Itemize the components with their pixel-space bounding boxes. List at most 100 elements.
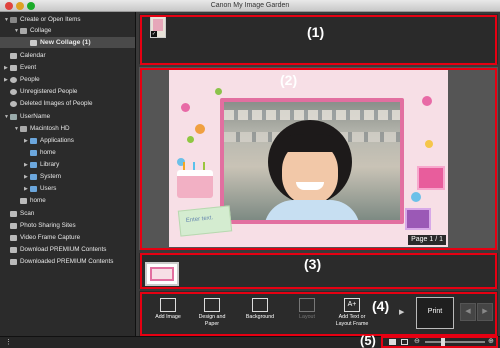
zoom-slider[interactable] [425, 338, 485, 346]
sidebar-item-new-collage[interactable]: New Collage (1) [0, 37, 135, 48]
folder-icon [30, 161, 37, 168]
sidebar-item-label: People [20, 76, 40, 83]
sidebar-item-download-premium[interactable]: Download PREMIUM Contents [10, 244, 106, 255]
sidebar-item-label: Applications [40, 137, 74, 144]
callout-label-3: (3) [304, 256, 322, 272]
design-paper-icon [204, 298, 220, 312]
add-text-icon: A+ [344, 298, 360, 312]
sidebar-item-label: Users [40, 185, 57, 192]
add-text-or-layout-frame-button[interactable]: A+ Add Text or Layout Frame [330, 298, 374, 327]
sidebar-item-deleted-images[interactable]: Deleted Images of People [10, 98, 92, 109]
callout-label-2: (2) [280, 72, 298, 88]
background-button[interactable]: Background [238, 298, 282, 321]
sidebar-item-label: Library [40, 161, 60, 168]
background-icon [252, 298, 268, 312]
sidebar-item-unregistered-people[interactable]: Unregistered People [10, 86, 77, 97]
full-view-icon[interactable] [401, 339, 408, 345]
sidebar-item-system[interactable]: ▶ System [24, 171, 61, 182]
sidebar-item-label: System [40, 173, 61, 180]
create-icon [10, 16, 17, 23]
toolbar-arrow-icon[interactable]: ▶ [399, 308, 404, 316]
sidebar: ▼ Create or Open Items ▼ Collage New Col… [0, 12, 136, 336]
calendar-icon [10, 52, 17, 59]
person-icon [10, 88, 17, 95]
collage-item-icon [30, 39, 37, 46]
sidebar-item-photo-sharing[interactable]: Photo Sharing Sites [10, 220, 76, 231]
window-title: Canon My Image Garden [210, 2, 290, 9]
design-paper-label-line2: Paper [204, 320, 220, 327]
add-image-button[interactable]: Add Image [146, 298, 190, 321]
callout-box-1 [140, 15, 497, 65]
next-page-button[interactable]: ▶ [477, 303, 493, 321]
print-label: Print [427, 308, 443, 315]
sidebar-item-label: Calendar [20, 52, 46, 59]
zoom-out-icon[interactable]: ⊖ [414, 338, 420, 346]
sidebar-item-label: Download PREMIUM Contents [20, 246, 107, 253]
video-icon [10, 234, 17, 241]
sidebar-item-applications[interactable]: ▶ Applications [24, 135, 74, 146]
scan-icon [10, 210, 17, 217]
print-button[interactable]: Print [416, 297, 454, 329]
callout-label-4: (4) [372, 298, 390, 314]
sidebar-item-label: UserName [20, 113, 51, 120]
zoom-slider-thumb[interactable] [441, 338, 445, 346]
sidebar-item-scan[interactable]: Scan [10, 208, 34, 219]
sidebar-item-label: Photo Sharing Sites [20, 222, 76, 229]
zoom-in-icon[interactable]: ⊕ [488, 338, 494, 346]
home-icon [20, 197, 27, 204]
sidebar-item-label: home [40, 149, 56, 156]
sidebar-item-label: Video Frame Capture [20, 234, 81, 241]
sidebar-item-label: home [30, 197, 46, 204]
sidebar-item-video-frame[interactable]: Video Frame Capture [10, 232, 80, 243]
sidebar-item-people[interactable]: ▶ People [4, 74, 40, 85]
main-area: ✓ (1) Enter text. Page 1 / 1 (2) (3) [137, 12, 500, 337]
sidebar-item-users[interactable]: ▶ Users [24, 183, 56, 194]
add-image-label: Add Image [155, 314, 181, 320]
sidebar-item-calendar[interactable]: Calendar [10, 50, 46, 61]
sidebar-item-label: Macintosh HD [30, 125, 70, 132]
sidebar-item-create-or-open-items[interactable]: ▼ Create or Open Items [4, 14, 81, 25]
previous-page-button[interactable]: ◀ [460, 303, 476, 321]
collage-icon [20, 27, 27, 34]
sidebar-item-label: Collage [30, 27, 52, 34]
add-image-icon [160, 298, 176, 312]
sidebar-toggle-icon[interactable]: ⋮ [5, 338, 12, 346]
view-toggle-icon[interactable] [389, 339, 396, 345]
sidebar-item-label: New Collage (1) [40, 39, 91, 46]
event-icon [10, 64, 17, 71]
sidebar-item-library[interactable]: ▶ Library [24, 159, 59, 170]
folder-icon [30, 173, 37, 180]
globe-icon [10, 222, 17, 229]
layout-button[interactable]: Layout [285, 298, 329, 321]
sidebar-item-home-folder[interactable]: home [30, 147, 56, 158]
title-bar: Canon My Image Garden [0, 0, 500, 12]
callout-label-1: (1) [307, 24, 325, 40]
sidebar-item-label: Unregistered People [20, 88, 78, 95]
sidebar-item-label: Event [20, 64, 37, 71]
folder-icon [30, 185, 37, 192]
callout-box-2 [140, 68, 497, 250]
sidebar-item-label: Deleted Images of People [20, 100, 93, 107]
sidebar-item-event[interactable]: ▶ Event [4, 62, 36, 73]
people-icon [10, 76, 17, 83]
computer-icon [10, 113, 17, 120]
design-and-paper-button[interactable]: Design and Paper [190, 298, 234, 327]
sidebar-item-downloaded-premium[interactable]: Downloaded PREMIUM Contents [10, 256, 113, 267]
downloaded-icon [10, 258, 17, 265]
sidebar-item-label: Create or Open Items [20, 16, 81, 23]
sidebar-item-home[interactable]: home [20, 195, 46, 206]
person-icon [10, 100, 17, 107]
sidebar-item-collage[interactable]: ▼ Collage [14, 25, 51, 36]
sidebar-item-username[interactable]: ▼ UserName [4, 111, 50, 122]
callout-label-5: (5) [360, 333, 376, 348]
add-text-label-line2: Layout Frame [335, 320, 369, 327]
sidebar-item-macintosh-hd[interactable]: ▼ Macintosh HD [14, 123, 70, 134]
layout-icon [299, 298, 315, 312]
hard-drive-icon [20, 125, 27, 132]
background-label: Background [245, 314, 275, 320]
sidebar-item-label: Scan [20, 210, 35, 217]
folder-icon [30, 137, 37, 144]
download-icon [10, 246, 17, 253]
folder-icon [30, 149, 37, 156]
layout-label: Layout [299, 314, 315, 320]
